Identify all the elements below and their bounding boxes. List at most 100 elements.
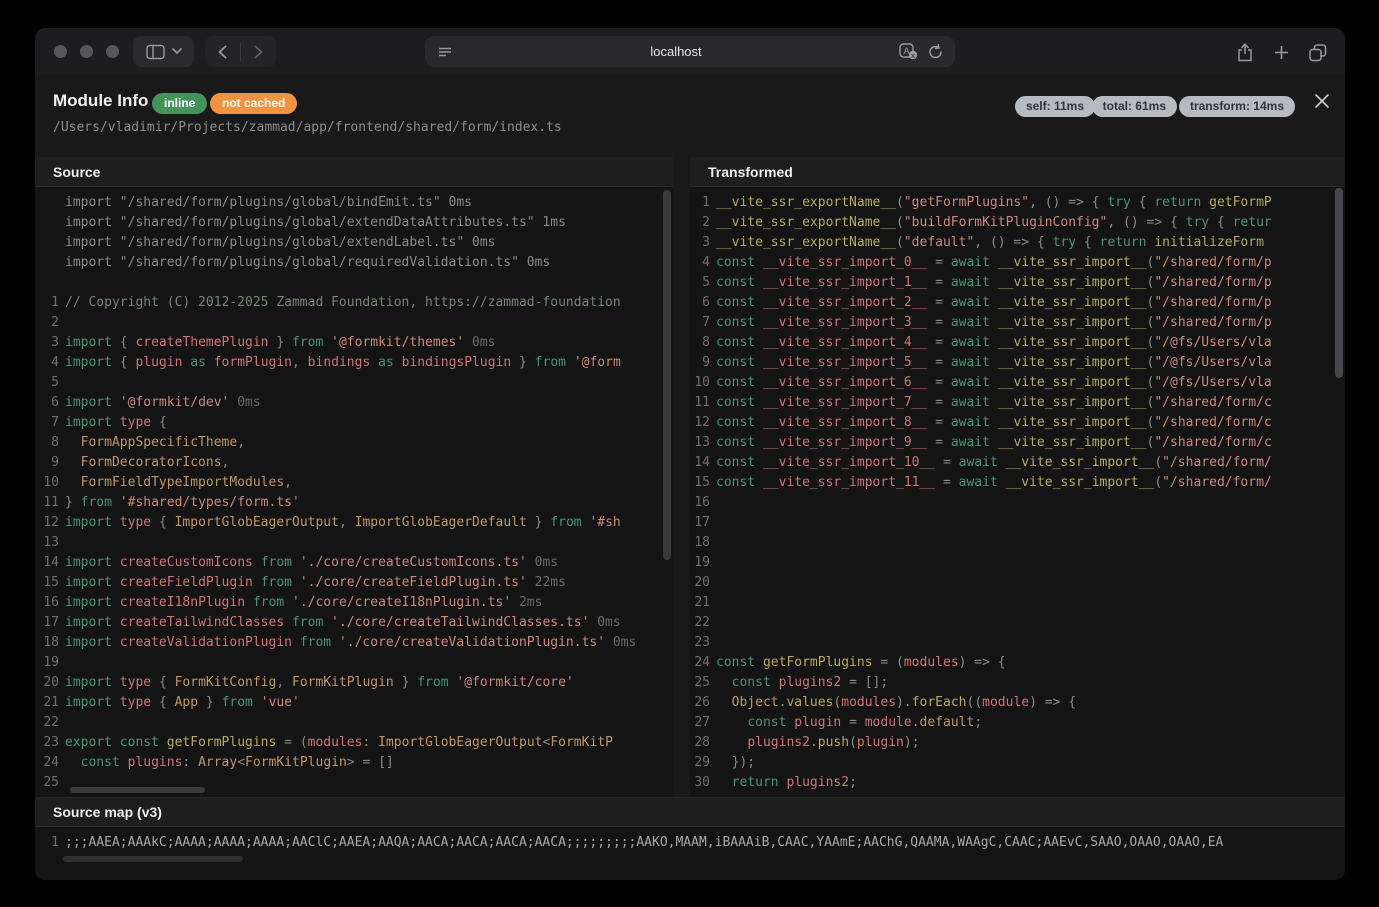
source-panel: Source import "/shared/form/plugins/glob… xyxy=(35,157,673,797)
line-number: 24 xyxy=(690,653,716,673)
code-line: 28 plugins2.push(plugin); xyxy=(690,733,1345,753)
code-line: 18 xyxy=(690,533,1345,553)
share-icon[interactable] xyxy=(1237,43,1253,62)
code-line: 21 xyxy=(690,593,1345,613)
code-line: 15import createFieldPlugin from './core/… xyxy=(35,573,673,593)
code-line: 23export const getFormPlugins = (modules… xyxy=(35,733,673,753)
sourcemap-section: Source map (v3) 1;;;AAEA;AAAkC;AAAA;AAAA… xyxy=(35,797,1345,880)
code-line: 18import createValidationPlugin from './… xyxy=(35,633,673,653)
line-number: 10 xyxy=(35,473,65,493)
window-minimize-button[interactable] xyxy=(80,45,93,58)
url-text[interactable]: localhost xyxy=(453,44,899,59)
line-number: 4 xyxy=(35,353,65,373)
code-line: 12const __vite_ssr_import_8__ = await __… xyxy=(690,413,1345,433)
back-button[interactable] xyxy=(205,45,240,59)
address-bar[interactable]: localhost Ax xyxy=(425,36,955,67)
line-number: 11 xyxy=(690,393,716,413)
line-number: 3 xyxy=(690,233,716,253)
code-line: import "/shared/form/plugins/global/bind… xyxy=(35,193,673,213)
line-number: 26 xyxy=(690,693,716,713)
close-icon[interactable] xyxy=(1312,91,1332,111)
timing-self-badge: self: 11ms xyxy=(1015,96,1095,117)
new-tab-button[interactable] xyxy=(1274,45,1289,60)
code-line: 19 xyxy=(35,653,673,673)
code-line: 19 xyxy=(690,553,1345,573)
chevron-down-icon xyxy=(172,48,182,55)
code-line: import "/shared/form/plugins/global/exte… xyxy=(35,213,673,233)
transformed-code: 1__vite_ssr_exportName__("getFormPlugins… xyxy=(690,187,1345,793)
line-number: 2 xyxy=(35,313,65,333)
line-number: 5 xyxy=(690,273,716,293)
line-number: 22 xyxy=(690,613,716,633)
not-cached-badge: not cached xyxy=(210,93,297,114)
module-path: /Users/vladimir/Projects/zammad/app/fron… xyxy=(53,120,562,135)
tab-overview-icon[interactable] xyxy=(1308,43,1327,62)
code-line: 2 xyxy=(35,313,673,333)
window-zoom-button[interactable] xyxy=(106,45,119,58)
line-number: 1 xyxy=(35,293,65,313)
code-line: 25 const plugins2 = []; xyxy=(690,673,1345,693)
translate-icon[interactable]: Ax xyxy=(899,43,918,60)
sourcemap-title: Source map (v3) xyxy=(35,797,1345,827)
code-line: 9const __vite_ssr_import_5__ = await __v… xyxy=(690,353,1345,373)
code-line: 22 xyxy=(35,713,673,733)
line-number: 15 xyxy=(690,473,716,493)
line-number: 3 xyxy=(35,333,65,353)
line-number: 15 xyxy=(35,573,65,593)
line-number: 9 xyxy=(690,353,716,373)
line-number: 2 xyxy=(690,213,716,233)
page-format-icon[interactable] xyxy=(437,45,453,59)
source-horizontal-scrollbar[interactable] xyxy=(70,787,205,793)
line-number: 1 xyxy=(35,833,65,853)
transformed-vertical-scrollbar[interactable] xyxy=(1335,188,1343,378)
sidebar-toggle-button[interactable] xyxy=(133,36,194,67)
forward-button[interactable] xyxy=(241,45,276,59)
line-number: 1 xyxy=(690,193,716,213)
code-line: 14const __vite_ssr_import_10__ = await _… xyxy=(690,453,1345,473)
code-line: 4import { plugin as formPlugin, bindings… xyxy=(35,353,673,373)
line-number: 13 xyxy=(35,533,65,553)
line-number: 14 xyxy=(690,453,716,473)
line-number xyxy=(35,253,65,273)
window-close-button[interactable] xyxy=(54,45,67,58)
line-number: 25 xyxy=(35,773,65,793)
source-vertical-scrollbar[interactable] xyxy=(663,190,671,560)
code-line: 29 }); xyxy=(690,753,1345,773)
sourcemap-horizontal-scrollbar[interactable] xyxy=(63,856,243,862)
browser-window: localhost Ax Module Info inline not cach… xyxy=(35,28,1345,880)
line-number: 8 xyxy=(35,433,65,453)
transformed-panel-title: Transformed xyxy=(690,157,1345,187)
reload-icon[interactable] xyxy=(928,44,943,60)
line-number: 30 xyxy=(690,773,716,793)
line-number xyxy=(35,193,65,213)
line-number: 16 xyxy=(35,593,65,613)
code-line: 8 FormAppSpecificTheme, xyxy=(35,433,673,453)
line-number: 18 xyxy=(690,533,716,553)
line-number: 23 xyxy=(690,633,716,653)
line-number: 17 xyxy=(690,513,716,533)
code-line: 6const __vite_ssr_import_2__ = await __v… xyxy=(690,293,1345,313)
line-number: 20 xyxy=(690,573,716,593)
line-number: 17 xyxy=(35,613,65,633)
line-number xyxy=(35,213,65,233)
code-line: 13 xyxy=(35,533,673,553)
line-number: 19 xyxy=(690,553,716,573)
code-line: 3__vite_ssr_exportName__("default", () =… xyxy=(690,233,1345,253)
code-line: 3import { createThemePlugin } from '@for… xyxy=(35,333,673,353)
svg-text:A: A xyxy=(903,46,909,56)
navigation-group xyxy=(205,36,276,67)
code-line: import "/shared/form/plugins/global/exte… xyxy=(35,233,673,253)
code-line: 24 const plugins: Array<FormKitPlugin> =… xyxy=(35,753,673,773)
line-number: 21 xyxy=(690,593,716,613)
line-number: 14 xyxy=(35,553,65,573)
inline-badge: inline xyxy=(152,93,207,114)
code-line: 15const __vite_ssr_import_11__ = await _… xyxy=(690,473,1345,493)
line-number: 21 xyxy=(35,693,65,713)
code-line: 8const __vite_ssr_import_4__ = await __v… xyxy=(690,333,1345,353)
code-line: 20 xyxy=(690,573,1345,593)
line-number: 16 xyxy=(690,493,716,513)
line-number: 28 xyxy=(690,733,716,753)
code-line: import "/shared/form/plugins/global/requ… xyxy=(35,253,673,273)
line-number: 18 xyxy=(35,633,65,653)
code-line: 22 xyxy=(690,613,1345,633)
